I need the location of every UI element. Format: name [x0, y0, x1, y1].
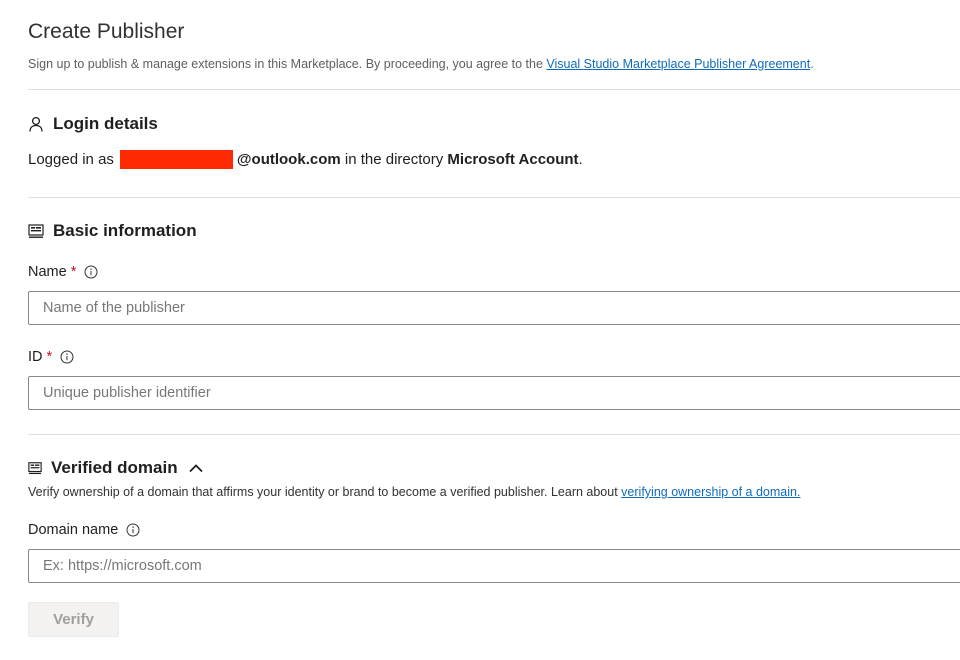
info-icon[interactable] — [84, 265, 98, 279]
publisher-id-input[interactable] — [28, 376, 960, 410]
verified-domain-description: Verify ownership of a domain that affirm… — [28, 485, 800, 499]
required-mark: * — [70, 264, 77, 280]
publisher-agreement-link[interactable]: Visual Studio Marketplace Publisher Agre… — [546, 57, 810, 71]
chevron-up-icon[interactable] — [188, 462, 204, 474]
divider — [28, 89, 960, 90]
subtitle-text: Sign up to publish & manage extensions i… — [28, 57, 547, 71]
name-label: Name * — [28, 264, 98, 280]
info-icon[interactable] — [126, 523, 140, 537]
page-subtitle: Sign up to publish & manage extensions i… — [28, 57, 814, 71]
form-icon — [28, 223, 44, 239]
description-text: Verify ownership of a domain that affirm… — [28, 485, 622, 499]
publisher-name-input[interactable] — [28, 291, 960, 325]
login-status: Logged in as @outlook.com in the directo… — [28, 150, 583, 169]
divider — [28, 197, 960, 198]
id-label: ID * — [28, 349, 74, 365]
form-icon — [28, 461, 42, 475]
verified-domain-heading[interactable]: Verified domain — [28, 458, 204, 478]
learn-domain-ownership-link[interactable]: verifying ownership of a domain. — [621, 485, 800, 499]
login-details-heading: Login details — [28, 114, 158, 134]
basic-information-heading: Basic information — [28, 221, 197, 241]
person-icon — [28, 116, 44, 132]
directory-name: Microsoft Account — [447, 151, 579, 168]
divider — [28, 434, 960, 435]
directory-text: in the directory — [340, 151, 448, 168]
login-end: . — [578, 151, 583, 168]
info-icon[interactable] — [60, 350, 74, 364]
id-label-text: ID — [28, 349, 43, 365]
required-mark: * — [46, 349, 53, 365]
basic-information-title: Basic information — [53, 221, 197, 240]
subtitle-end: . — [810, 57, 814, 71]
redacted-username — [119, 150, 233, 169]
logged-in-prefix: Logged in as — [28, 151, 114, 168]
name-label-text: Name — [28, 264, 67, 280]
page-title: Create Publisher — [28, 20, 185, 43]
verified-domain-title: Verified domain — [51, 458, 178, 477]
verify-button[interactable]: Verify — [28, 602, 119, 637]
domain-name-label-text: Domain name — [28, 522, 119, 538]
domain-name-input[interactable] — [28, 549, 960, 583]
email-suffix: @outlook.com — [236, 151, 341, 168]
domain-name-label: Domain name — [28, 522, 140, 538]
login-details-title: Login details — [53, 114, 158, 133]
